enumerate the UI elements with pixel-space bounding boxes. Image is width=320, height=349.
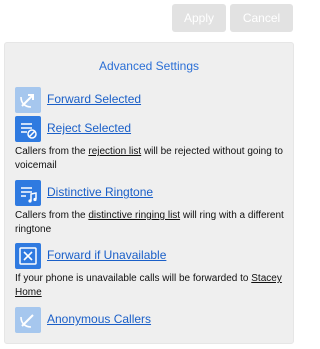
panel-title: Advanced Settings xyxy=(98,59,200,73)
forward-if-unavailable-description: If your phone is unavailable calls will … xyxy=(15,273,282,298)
rejection-list-link[interactable]: rejection list xyxy=(88,146,141,157)
forward-if-unavailable-link[interactable]: Forward if Unavailable xyxy=(47,248,166,262)
phone-unavailable-icon[interactable] xyxy=(15,243,41,269)
reject-selected-link[interactable]: Reject Selected xyxy=(47,121,131,135)
anonymous-caller-icon[interactable] xyxy=(15,307,41,333)
action-bar: Apply Cancel xyxy=(0,0,296,36)
reject-list-icon[interactable] xyxy=(15,116,41,142)
forward-selected-link[interactable]: Forward Selected xyxy=(47,92,141,106)
anonymous-callers-link[interactable]: Anonymous Callers xyxy=(47,312,151,326)
cancel-button[interactable]: Cancel xyxy=(230,4,293,32)
reject-selected-description: Callers from the rejection list will be … xyxy=(15,146,283,171)
advanced-settings-panel: Advanced Settings Forward Selected Rejec… xyxy=(4,42,294,344)
distinctive-ringing-list-link[interactable]: distinctive ringing list xyxy=(88,210,180,221)
phone-forward-icon[interactable] xyxy=(15,87,41,113)
apply-button[interactable]: Apply xyxy=(172,4,226,32)
distinctive-ringtone-link[interactable]: Distinctive Ringtone xyxy=(47,185,153,199)
distinctive-ringtone-description: Callers from the distinctive ringing lis… xyxy=(15,210,284,235)
ringtone-list-icon[interactable] xyxy=(15,180,41,206)
